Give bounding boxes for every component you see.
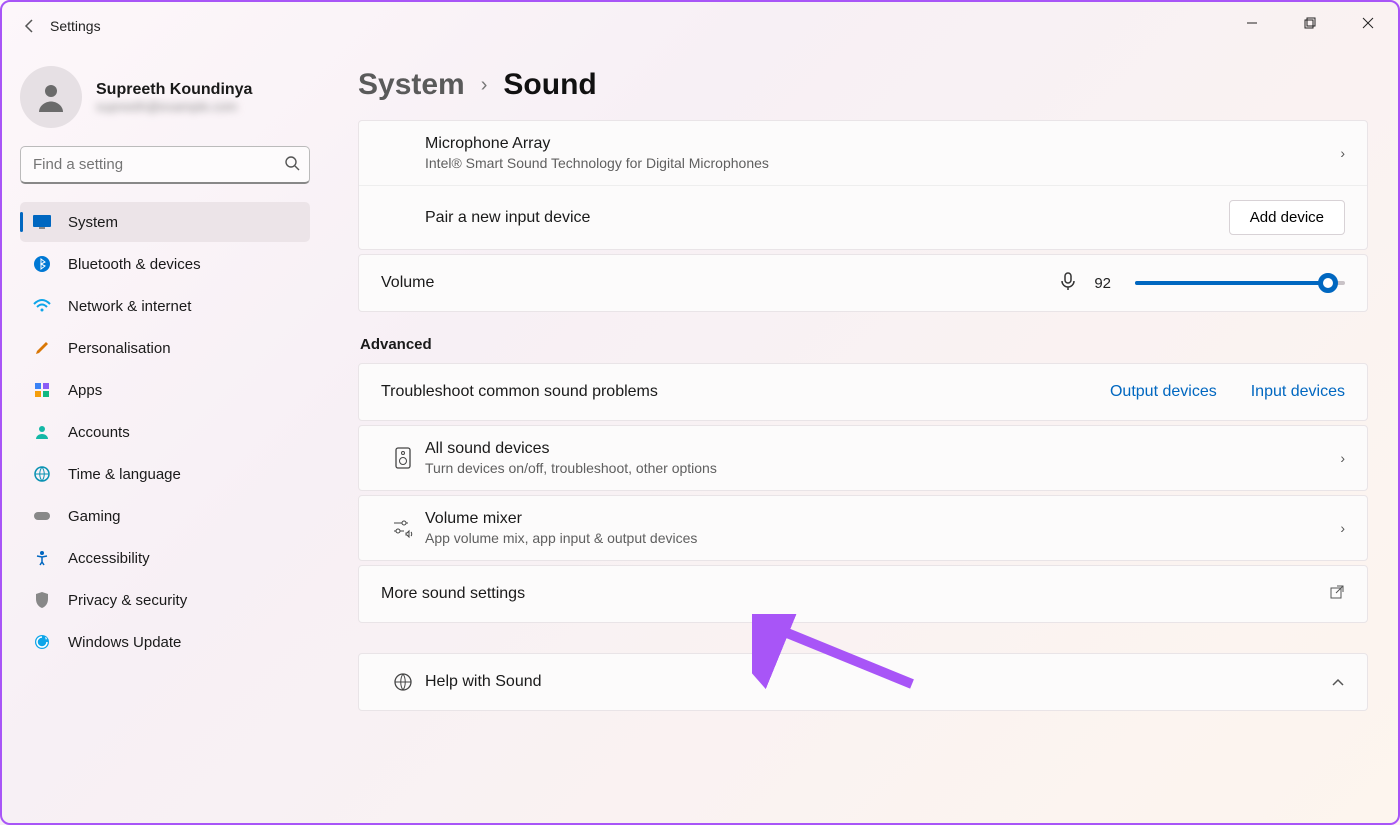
minimize-icon (1246, 17, 1258, 29)
nav-label: Accessibility (68, 550, 150, 567)
external-link-icon (1329, 584, 1345, 605)
nav-label: Windows Update (68, 634, 181, 651)
sidebar-item-update[interactable]: Windows Update (20, 622, 310, 662)
volume-label: Volume (381, 274, 1042, 292)
add-device-button[interactable]: Add device (1229, 200, 1345, 235)
chevron-up-icon (1331, 674, 1345, 690)
arrow-left-icon (22, 18, 38, 34)
sidebar-item-privacy[interactable]: Privacy & security (20, 580, 310, 620)
help-title: Help with Sound (425, 673, 1331, 691)
nav-label: System (68, 214, 118, 231)
troubleshoot-card: Troubleshoot common sound problems Outpu… (358, 363, 1368, 421)
breadcrumb-parent[interactable]: System (358, 68, 465, 102)
sidebar-item-accessibility[interactable]: Accessibility (20, 538, 310, 578)
titlebar: Settings (2, 2, 1398, 50)
update-icon (32, 632, 52, 652)
gaming-icon (32, 506, 52, 526)
all-devices-title: All sound devices (425, 440, 1340, 458)
breadcrumb: System › Sound (358, 68, 1368, 102)
mixer-sub: App volume mix, app input & output devic… (425, 530, 1340, 546)
accounts-icon (32, 422, 52, 442)
app-title: Settings (50, 18, 101, 34)
chevron-right-icon: › (1340, 145, 1345, 161)
accessibility-icon (32, 548, 52, 568)
user-block[interactable]: Supreeth Koundinya supreeth@example.com (20, 60, 310, 146)
nav-label: Network & internet (68, 298, 191, 315)
user-email: supreeth@example.com (96, 99, 252, 114)
chevron-right-icon: › (481, 74, 488, 97)
sidebar-item-bluetooth[interactable]: Bluetooth & devices (20, 244, 310, 284)
window-controls (1232, 8, 1388, 38)
volume-mixer-card[interactable]: Volume mixer App volume mix, app input &… (358, 495, 1368, 561)
all-sound-devices-card[interactable]: All sound devices Turn devices on/off, t… (358, 425, 1368, 491)
more-title: More sound settings (381, 585, 1329, 603)
help-globe-icon (381, 672, 425, 692)
speaker-icon (381, 447, 425, 469)
back-button[interactable] (10, 6, 50, 46)
input-device-card: Microphone Array Intel® Smart Sound Tech… (358, 120, 1368, 250)
breadcrumb-current: Sound (503, 68, 596, 102)
sidebar-item-gaming[interactable]: Gaming (20, 496, 310, 536)
search-icon (284, 155, 300, 175)
system-icon (32, 212, 52, 232)
search-wrap (20, 146, 310, 184)
brush-icon (32, 338, 52, 358)
mic-sub: Intel® Smart Sound Technology for Digita… (425, 155, 1340, 171)
nav-label: Privacy & security (68, 592, 187, 609)
chevron-right-icon: › (1340, 520, 1345, 536)
sidebar-item-apps[interactable]: Apps (20, 370, 310, 410)
microphone-row[interactable]: Microphone Array Intel® Smart Sound Tech… (359, 121, 1367, 185)
input-devices-link[interactable]: Input devices (1251, 383, 1345, 401)
all-devices-sub: Turn devices on/off, troubleshoot, other… (425, 460, 1340, 476)
troubleshoot-row: Troubleshoot common sound problems Outpu… (359, 364, 1367, 420)
maximize-icon (1304, 17, 1316, 29)
mixer-icon (381, 518, 425, 538)
pair-title: Pair a new input device (425, 209, 1229, 227)
chevron-right-icon: › (1340, 450, 1345, 466)
avatar (20, 66, 82, 128)
maximize-button[interactable] (1290, 8, 1330, 38)
content: System › Sound Microphone Array Intel® S… (322, 50, 1398, 823)
help-card[interactable]: Help with Sound (358, 653, 1368, 711)
sidebar-item-system[interactable]: System (20, 202, 310, 242)
globe-icon (32, 464, 52, 484)
microphone-icon[interactable] (1058, 271, 1078, 296)
advanced-header: Advanced (360, 336, 1368, 353)
nav-label: Bluetooth & devices (68, 256, 201, 273)
wifi-icon (32, 296, 52, 316)
volume-value: 92 (1094, 275, 1111, 292)
user-name: Supreeth Koundinya (96, 81, 252, 99)
output-devices-link[interactable]: Output devices (1110, 383, 1217, 401)
volume-slider[interactable] (1135, 273, 1345, 293)
shield-icon (32, 590, 52, 610)
person-icon (33, 79, 69, 115)
nav-label: Apps (68, 382, 102, 399)
bluetooth-icon (32, 254, 52, 274)
nav-label: Time & language (68, 466, 181, 483)
troubleshoot-title: Troubleshoot common sound problems (381, 383, 1110, 401)
sidebar-item-time[interactable]: Time & language (20, 454, 310, 494)
sidebar: Supreeth Koundinya supreeth@example.com … (2, 50, 322, 823)
mic-title: Microphone Array (425, 135, 1340, 153)
close-button[interactable] (1348, 8, 1388, 38)
close-icon (1362, 17, 1374, 29)
sidebar-item-personalisation[interactable]: Personalisation (20, 328, 310, 368)
nav: System Bluetooth & devices Network & int… (20, 202, 310, 662)
nav-label: Personalisation (68, 340, 171, 357)
nav-label: Accounts (68, 424, 130, 441)
sidebar-item-network[interactable]: Network & internet (20, 286, 310, 326)
more-settings-card[interactable]: More sound settings (358, 565, 1368, 623)
volume-card: Volume 92 (358, 254, 1368, 312)
apps-icon (32, 380, 52, 400)
slider-thumb[interactable] (1318, 273, 1338, 293)
volume-row: Volume 92 (359, 255, 1367, 311)
pair-device-row: Pair a new input device Add device (359, 185, 1367, 249)
nav-label: Gaming (68, 508, 121, 525)
mixer-title: Volume mixer (425, 510, 1340, 528)
search-input[interactable] (20, 146, 310, 184)
sidebar-item-accounts[interactable]: Accounts (20, 412, 310, 452)
minimize-button[interactable] (1232, 8, 1272, 38)
